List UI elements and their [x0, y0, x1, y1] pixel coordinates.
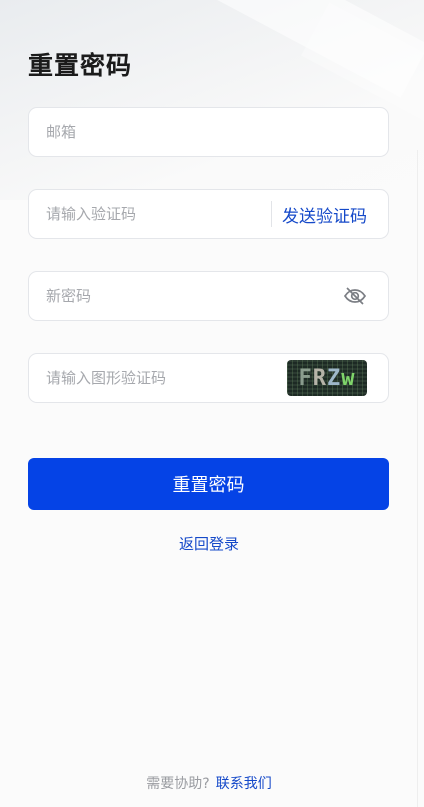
reset-password-button[interactable]: 重置密码 [28, 458, 389, 510]
captcha-char: R [312, 365, 327, 391]
send-code-button[interactable]: 发送验证码 [272, 202, 388, 227]
captcha-field-container: FRZw [28, 353, 389, 403]
reset-password-page: 重置密码 发送验证码 FRZw 重置密码 返回登录 需要协助? 联系我们 [0, 0, 424, 807]
captcha-char: F [298, 365, 313, 391]
email-input[interactable] [29, 108, 388, 156]
verify-code-input[interactable] [29, 190, 271, 238]
email-field-container [28, 107, 389, 157]
footer: 需要协助? 联系我们 [0, 773, 418, 793]
captcha-input[interactable] [29, 354, 287, 402]
new-password-input[interactable] [29, 272, 343, 320]
verify-code-field-container: 发送验证码 [28, 189, 389, 239]
contact-us-link[interactable]: 联系我们 [216, 776, 272, 792]
back-to-login-link[interactable]: 返回登录 [0, 533, 418, 554]
new-password-field-container [28, 271, 389, 321]
page-title: 重置密码 [28, 51, 133, 80]
captcha-image[interactable]: FRZw [287, 360, 367, 396]
captcha-char: w [341, 365, 356, 391]
eye-off-icon[interactable] [343, 284, 367, 308]
captcha-char: Z [327, 365, 342, 391]
help-text: 需要协助? [146, 776, 210, 792]
